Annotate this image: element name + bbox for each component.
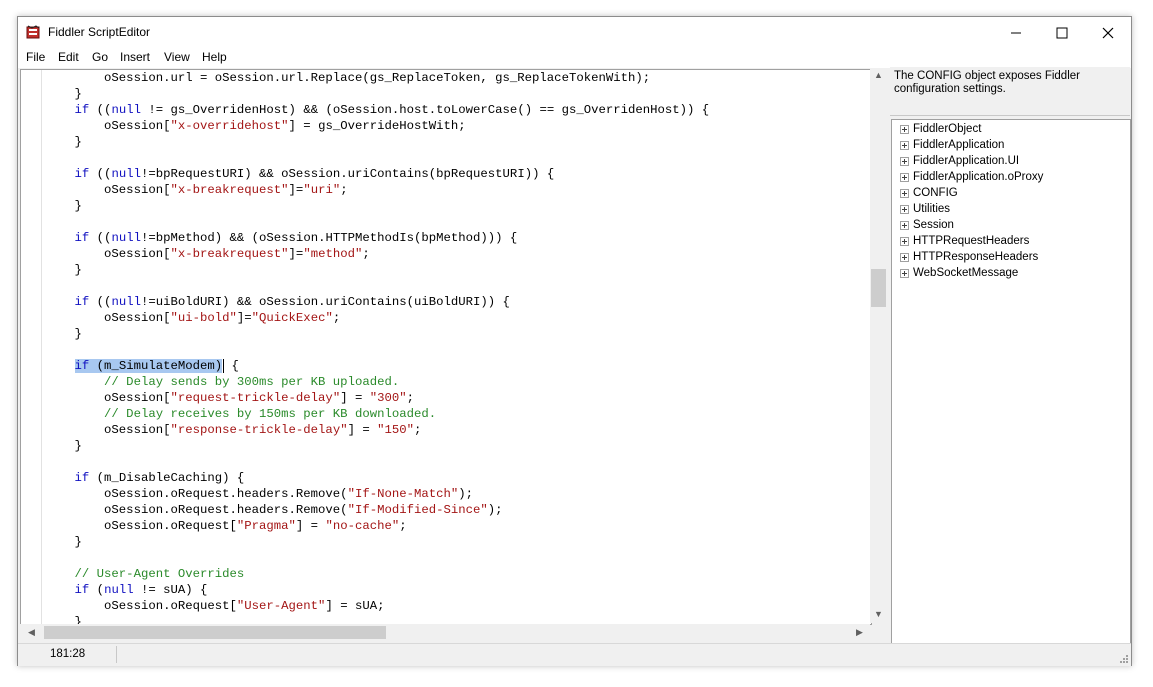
status-bar: 181:28 (18, 643, 1131, 666)
menu-edit[interactable]: Edit (58, 50, 79, 64)
code-line: if ((null != gs_OverridenHost) && (oSess… (74, 103, 710, 117)
code-line: oSession.url = oSession.url.Replace(gs_R… (104, 71, 651, 85)
plus-expander-icon[interactable] (900, 236, 909, 246)
code-line: } (74, 327, 82, 341)
menu-file[interactable]: File (26, 50, 45, 64)
window-title: Fiddler ScriptEditor (48, 25, 151, 39)
tree-node[interactable]: Utilities (900, 201, 950, 217)
code-line: } (74, 87, 82, 101)
status-divider (116, 646, 117, 663)
code-line: oSession["request-trickle-delay"] = "300… (104, 391, 415, 405)
tree-node[interactable]: FiddlerApplication (900, 137, 1004, 153)
resize-grip-icon[interactable] (1119, 654, 1129, 664)
code-line: oSession["response-trickle-delay"] = "15… (104, 423, 422, 437)
editor-gutter (21, 70, 42, 624)
code-line: if (null != sUA) { (74, 583, 208, 597)
tree-node[interactable]: HTTPResponseHeaders (900, 249, 1038, 265)
code-line: oSession["x-breakrequest"]="uri"; (104, 183, 348, 197)
code-line: oSession.oRequest.headers.Remove("If-Non… (104, 487, 474, 501)
plus-expander-icon[interactable] (900, 172, 909, 182)
menu-insert[interactable]: Insert (120, 50, 150, 64)
fiddler-script-icon (26, 25, 40, 39)
tree-node[interactable]: FiddlerObject (900, 121, 981, 137)
text-selection: if (m_SimulateModem) (74, 359, 223, 373)
plus-expander-icon[interactable] (900, 252, 909, 262)
code-line: // Delay receives by 150ms per KB downlo… (104, 407, 437, 421)
vertical-scroll-thumb[interactable] (871, 269, 886, 307)
code-line: if (m_DisableCaching) { (74, 471, 245, 485)
menu-help[interactable]: Help (202, 50, 227, 64)
code-line: if ((null!=uiBoldURI) && oSession.uriCon… (74, 295, 510, 309)
code-line: if ((null!=bpMethod) && (oSession.HTTPMe… (74, 231, 518, 245)
scroll-right-icon[interactable]: ▶ (856, 627, 863, 638)
tree-node[interactable]: Session (900, 217, 954, 233)
menu-go[interactable]: Go (92, 50, 108, 64)
tree-node[interactable]: CONFIG (900, 185, 958, 201)
plus-expander-icon[interactable] (900, 220, 909, 230)
code-line: } (74, 535, 82, 549)
code-line-selected: if (m_SimulateModem) { (74, 358, 239, 373)
code-line: // User-Agent Overrides (74, 567, 245, 581)
code-line: } (74, 199, 82, 213)
tree-node[interactable]: HTTPRequestHeaders (900, 233, 1029, 249)
code-line: if ((null!=bpRequestURI) && oSession.uri… (74, 167, 555, 181)
code-line: oSession["x-overridehost"] = gs_Override… (104, 119, 466, 133)
code-line: oSession.oRequest["Pragma"] = "no-cache"… (104, 519, 407, 533)
horizontal-scroll-thumb[interactable] (44, 626, 386, 639)
tree-node[interactable]: FiddlerApplication.UI (900, 153, 1019, 169)
code-line: oSession["ui-bold"]="QuickExec"; (104, 311, 341, 325)
tree-node[interactable]: FiddlerApplication.oProxy (900, 169, 1043, 185)
code-line: oSession["x-breakrequest"]="method"; (104, 247, 370, 261)
menu-view[interactable]: View (164, 50, 190, 64)
code-line: } (74, 439, 82, 453)
title-bar: Fiddler ScriptEditor (18, 17, 1131, 48)
code-content[interactable]: oSession.url = oSession.url.Replace(gs_R… (45, 70, 871, 624)
code-line: oSession.oRequest.headers.Remove("If-Mod… (104, 503, 503, 517)
plus-expander-icon[interactable] (900, 124, 909, 134)
minimize-icon (1011, 32, 1021, 33)
menu-bar: File Edit Go Insert View Help (18, 48, 1131, 68)
script-editor-window: Fiddler ScriptEditor File Edit Go Insert… (17, 16, 1132, 666)
object-description-panel: The CONFIG object exposes Fiddler config… (890, 67, 1130, 116)
plus-expander-icon[interactable] (900, 156, 909, 166)
scroll-left-icon[interactable]: ◀ (28, 627, 35, 638)
tree-node[interactable]: WebSocketMessage (900, 265, 1018, 281)
editor-horizontal-scrollbar[interactable]: ◀ ▶ (20, 624, 870, 641)
editor-vertical-scrollbar[interactable]: ▲ ▼ (870, 69, 887, 623)
plus-expander-icon[interactable] (900, 268, 909, 278)
cursor-position: 181:28 (50, 648, 86, 660)
scroll-down-icon[interactable]: ▼ (874, 609, 883, 619)
plus-expander-icon[interactable] (900, 188, 909, 198)
code-line: oSession.oRequest["User-Agent"] = sUA; (104, 599, 385, 613)
maximize-icon (1056, 27, 1068, 38)
minimize-button[interactable] (993, 17, 1039, 48)
object-description: The CONFIG object exposes Fiddler config… (894, 70, 1080, 95)
code-line: } (74, 135, 82, 149)
code-editor[interactable]: oSession.url = oSession.url.Replace(gs_R… (20, 69, 872, 625)
code-line: // Delay sends by 300ms per KB uploaded. (104, 375, 400, 389)
close-icon (1102, 27, 1114, 38)
code-line: } (74, 263, 82, 277)
class-explorer-tree[interactable]: FiddlerObject FiddlerApplication Fiddler… (891, 119, 1131, 644)
close-button[interactable] (1085, 17, 1131, 48)
plus-expander-icon[interactable] (900, 140, 909, 150)
maximize-button[interactable] (1039, 17, 1085, 48)
scroll-up-icon[interactable]: ▲ (874, 70, 883, 80)
plus-expander-icon[interactable] (900, 204, 909, 214)
